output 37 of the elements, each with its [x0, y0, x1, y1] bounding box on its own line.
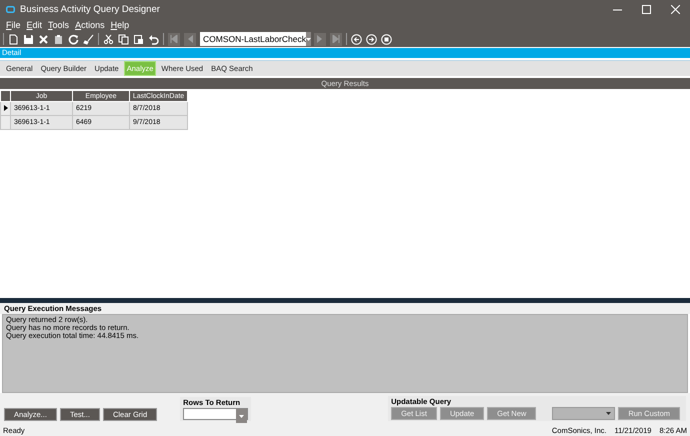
forward-icon[interactable] [366, 34, 377, 44]
window-title: Business Activity Query Designer [20, 4, 160, 15]
delete-icon[interactable] [38, 34, 49, 44]
maximize-icon [642, 5, 651, 14]
save-icon[interactable] [23, 34, 34, 44]
last-record-icon [332, 35, 340, 43]
triangle-left-icon [186, 35, 194, 43]
menu-item[interactable]: File [6, 20, 21, 30]
undo-icon[interactable] [148, 34, 159, 44]
stop-icon[interactable] [381, 34, 392, 44]
first-record-button[interactable] [168, 32, 180, 46]
dropdown-icon [306, 38, 311, 40]
query-id-combo[interactable]: COMSON-LastLaborCheck [200, 32, 310, 46]
row-selector[interactable] [0, 102, 10, 116]
menu-item[interactable]: Edit [26, 20, 42, 30]
menu-item[interactable]: Actions [75, 20, 105, 30]
menu-item[interactable]: Tools [48, 20, 70, 30]
dropdown-icon [606, 412, 612, 415]
new-document-icon[interactable] [8, 34, 19, 44]
first-record-icon [170, 35, 178, 43]
paste-icon[interactable] [133, 34, 144, 44]
triangle-right-icon [316, 35, 324, 43]
previous-record-button[interactable] [184, 32, 196, 46]
brush-icon[interactable] [83, 34, 94, 44]
last-record-button[interactable] [330, 32, 342, 46]
copy-icon[interactable] [118, 34, 129, 44]
rows-to-return-combo[interactable] [183, 408, 248, 420]
app-icon [6, 6, 15, 13]
row-indicator-icon [4, 104, 8, 110]
back-icon[interactable] [351, 34, 362, 44]
cut-icon[interactable] [103, 34, 114, 44]
dropdown-icon [239, 414, 244, 418]
next-record-button[interactable] [314, 32, 326, 46]
menu-item[interactable]: Help [110, 20, 130, 30]
refresh-icon[interactable] [68, 34, 79, 44]
clipboard-icon[interactable] [53, 34, 64, 44]
close-icon [671, 5, 680, 14]
